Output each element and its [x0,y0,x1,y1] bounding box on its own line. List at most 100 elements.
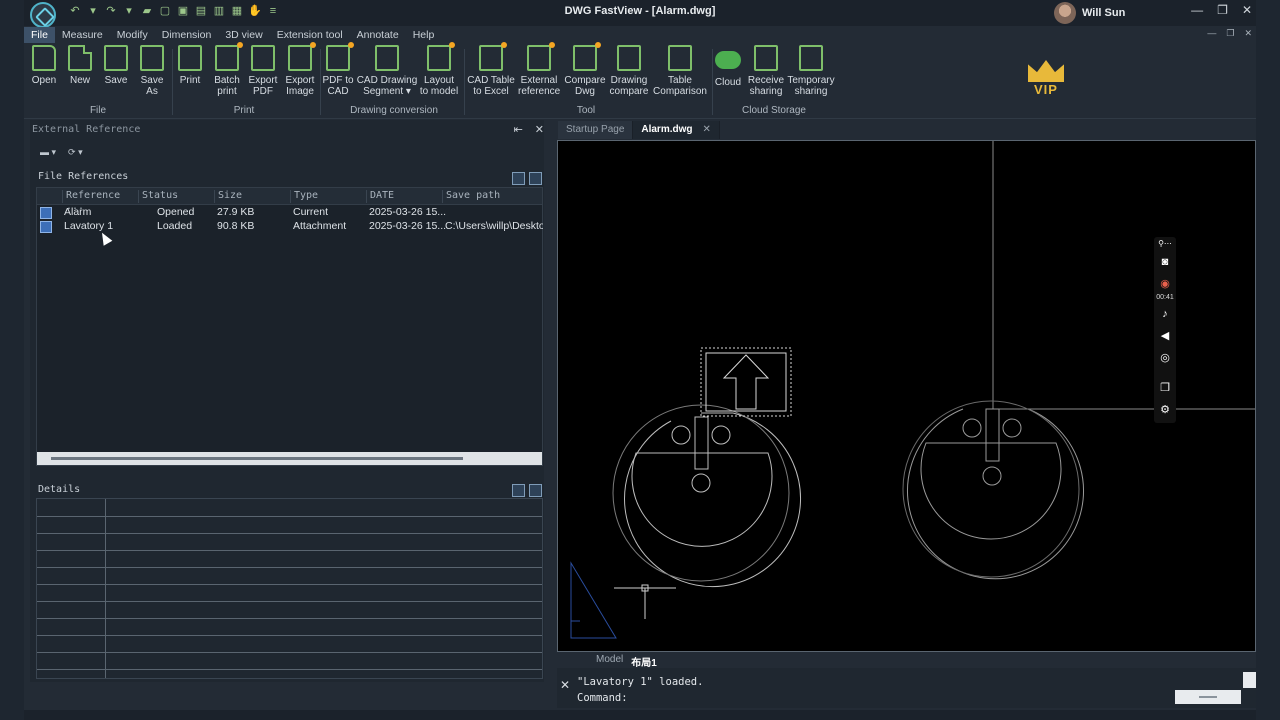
horizontal-scrollbar[interactable] [37,452,542,465]
doc-restore-button[interactable]: ❐ [1226,28,1234,39]
grid-view-icon[interactable] [512,484,525,497]
pdf-to-cad-icon [326,42,354,71]
details-table [36,498,543,679]
batch-print-button[interactable]: Batch print [210,42,244,97]
minimize-button[interactable]: — [1191,3,1203,17]
external-reference-button[interactable]: External reference [518,42,560,97]
file-references-title: File References [38,171,129,182]
command-input[interactable] [1175,690,1241,704]
cloud-button[interactable]: Cloud [712,43,744,88]
close-tab-icon[interactable]: ✕ [703,124,711,135]
table-row[interactable]: Alarm Opened 27.9 KB Current 2025-03-26 … [37,206,542,220]
save-button[interactable]: Save [100,43,132,86]
command-expand-button[interactable] [1243,672,1256,688]
group-label-cloud-storage: Cloud Storage [742,105,806,116]
tab-model[interactable]: Model [596,654,623,669]
microphone-icon[interactable]: ♪ [1158,307,1172,321]
segment-icon [375,45,399,71]
menu-dimension[interactable]: Dimension [155,27,219,43]
save-as-button[interactable]: Save As [136,43,168,97]
save-as-icon [140,45,164,71]
tab-layout1[interactable]: 布局1 [631,654,657,669]
drawing-canvas[interactable]: ⚲⋯ ◙ ◉ 00:41 ♪ ◀ ◎ ❐ ⚙ [557,140,1256,652]
export-image-button[interactable]: Export Image [282,42,318,97]
open-button[interactable]: Open [28,43,60,86]
menu-bar: File Measure Modify Dimension 3D view Ex… [24,27,441,43]
document-tabs: Startup Page Alarm.dwg ✕ [558,121,720,139]
layout-icon [427,42,455,71]
group-separator [172,49,173,115]
menu-3d-view[interactable]: 3D view [218,27,269,43]
cell-status: Opened [157,206,195,218]
print-button[interactable]: Print [174,43,206,86]
pdf-to-cad-button[interactable]: PDF to CAD [320,42,356,97]
avatar[interactable] [1054,2,1076,24]
menu-measure[interactable]: Measure [55,27,110,43]
save-icon [104,45,128,71]
column-header-size[interactable]: Size [214,190,290,203]
table-row[interactable]: Lavatory 1 Loaded 90.8 KB Attachment 202… [37,220,543,234]
batch-print-icon [215,42,243,71]
cad-drawing-segment-button[interactable]: CAD Drawing Segment ▾ [356,43,418,97]
compare-dwg-button[interactable]: Compare Dwg [564,42,606,97]
column-header-status[interactable]: Status [138,190,214,203]
menu-extension-tool[interactable]: Extension tool [270,27,350,43]
webcam-icon[interactable]: ◎ [1158,351,1172,365]
close-command-icon[interactable]: ✕ [560,678,570,692]
column-header-reference[interactable]: Reference ... [62,190,138,212]
refresh-icon[interactable]: ⟳ ▾ [68,147,83,158]
record-icon[interactable]: ◉ [1158,277,1172,291]
close-button[interactable]: ✕ [1242,3,1252,17]
attach-icon[interactable]: ▬ ▾ [40,147,56,158]
column-header-save-path[interactable]: Save path [442,190,542,203]
open-folder-icon [32,45,56,71]
settings-gear-icon[interactable]: ⚙ [1158,403,1172,417]
image-icon [288,42,316,71]
ribbon: Open New Save Save As Print Batch print … [24,42,1256,119]
receive-sharing-button[interactable]: Receive sharing [746,43,786,97]
screens-icon[interactable]: ❐ [1158,381,1172,395]
drawing-compare-icon [617,45,641,71]
speaker-icon[interactable]: ◀ [1158,329,1172,343]
pin-icon[interactable]: ⇤ [514,123,523,136]
details-row [37,567,542,568]
details-row [37,584,542,585]
sink-right[interactable] [902,400,1084,580]
column-header-type[interactable]: Type [290,190,366,203]
doc-minimize-button[interactable]: — [1207,28,1216,39]
menu-help[interactable]: Help [406,27,442,43]
new-button[interactable]: New [64,43,96,86]
drawing-compare-button[interactable]: Drawing compare [608,43,650,97]
preview-icon[interactable] [529,484,542,497]
sink-left[interactable] [612,404,802,588]
scrollbar-thumb[interactable] [51,457,463,460]
maximize-button[interactable]: ❐ [1217,3,1228,17]
user-account[interactable]: Will Sun [1054,2,1125,24]
details-row [37,516,542,517]
menu-file[interactable]: File [24,27,55,43]
menu-annotate[interactable]: Annotate [350,27,406,43]
list-view-icon[interactable] [512,172,525,185]
document-window-controls: — ❐ ✕ [1207,28,1252,39]
tab-startup-page[interactable]: Startup Page [558,121,634,139]
tree-view-icon[interactable] [529,172,542,185]
recorder-menu-icon[interactable]: ⚲⋯ [1158,237,1172,251]
menu-modify[interactable]: Modify [110,27,155,43]
cell-date: 2025-03-26 15... [369,206,447,218]
details-row [37,652,542,653]
group-label-drawing-conversion: Drawing conversion [350,105,438,116]
doc-close-button[interactable]: ✕ [1244,28,1252,39]
xref-icon [527,42,555,71]
layout-to-model-button[interactable]: Layout to model [418,42,460,97]
export-pdf-button[interactable]: Export PDF [246,43,280,97]
temporary-sharing-button[interactable]: Temporary sharing [786,43,836,97]
cad-table-to-excel-button[interactable]: CAD Table to Excel [466,42,516,97]
vip-badge[interactable]: VIP [1026,60,1066,108]
table-comparison-button[interactable]: Table Comparison [650,43,710,97]
command-history: "Lavatory 1" loaded. [577,676,704,688]
column-header-date[interactable]: DATE [366,190,442,203]
camera-icon[interactable]: ◙ [1158,255,1172,269]
tab-alarm-dwg[interactable]: Alarm.dwg ✕ [633,121,720,139]
close-icon[interactable]: ✕ [535,123,544,136]
details-row [37,669,542,670]
